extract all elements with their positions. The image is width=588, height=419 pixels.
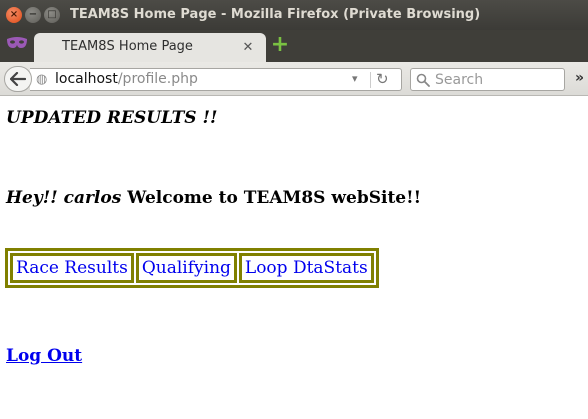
toolbar-overflow-button[interactable]: » xyxy=(575,70,584,86)
greeting-suffix: Welcome to TEAM8S webSite!! xyxy=(127,188,422,208)
welcome-message: Hey!! carlos Welcome to TEAM8S webSite!! xyxy=(6,188,421,208)
window-titlebar: × − □ TEAM8S Home Page - Mozilla Firefox… xyxy=(0,0,588,30)
nav-cell: Qualifying xyxy=(135,253,237,283)
private-browsing-mask-icon xyxy=(6,36,28,55)
updated-results-heading: UPDATED RESULTS !! xyxy=(6,108,218,128)
url-host: localhost xyxy=(55,71,118,87)
window-minimize-button[interactable]: − xyxy=(25,7,41,23)
tab-label: TEAM8S Home Page xyxy=(62,39,193,54)
username: carlos xyxy=(63,188,122,208)
loop-dtastats-link[interactable]: Loop DtaStats xyxy=(245,258,368,278)
search-icon xyxy=(416,70,430,91)
new-tab-icon[interactable]: + xyxy=(270,34,290,56)
tab-close-icon[interactable]: ✕ xyxy=(239,38,257,56)
qualifying-link[interactable]: Qualifying xyxy=(142,258,231,278)
tab-team8s-home[interactable]: TEAM8S Home Page ✕ xyxy=(34,33,266,62)
window-maximize-button[interactable]: □ xyxy=(44,7,60,23)
window-close-button[interactable]: × xyxy=(6,7,22,23)
page-content: UPDATED RESULTS !! Hey!! carlos Welcome … xyxy=(0,96,588,419)
globe-icon: ◍ xyxy=(36,72,48,87)
reload-icon[interactable]: ↻ xyxy=(376,70,389,88)
greeting-prefix: Hey!! xyxy=(6,188,58,208)
nav-cell: Race Results xyxy=(10,253,134,283)
search-input[interactable] xyxy=(435,70,560,89)
url-text[interactable]: localhost/profile.php xyxy=(55,71,198,87)
search-bar[interactable] xyxy=(410,68,565,91)
url-bar[interactable]: ◍ localhost/profile.php ▾ ↻ xyxy=(30,68,402,91)
results-nav-table: Race Results Qualifying Loop DtaStats xyxy=(5,248,379,288)
race-results-link[interactable]: Race Results xyxy=(16,258,128,278)
nav-cell: Loop DtaStats xyxy=(238,253,374,283)
url-separator xyxy=(370,72,371,88)
url-history-dropdown-icon[interactable]: ▾ xyxy=(352,72,358,85)
log-out-link[interactable]: Log Out xyxy=(6,346,82,366)
back-arrow-icon[interactable] xyxy=(4,66,32,92)
window-title: TEAM8S Home Page - Mozilla Firefox (Priv… xyxy=(70,7,481,22)
url-path: /profile.php xyxy=(117,71,198,87)
